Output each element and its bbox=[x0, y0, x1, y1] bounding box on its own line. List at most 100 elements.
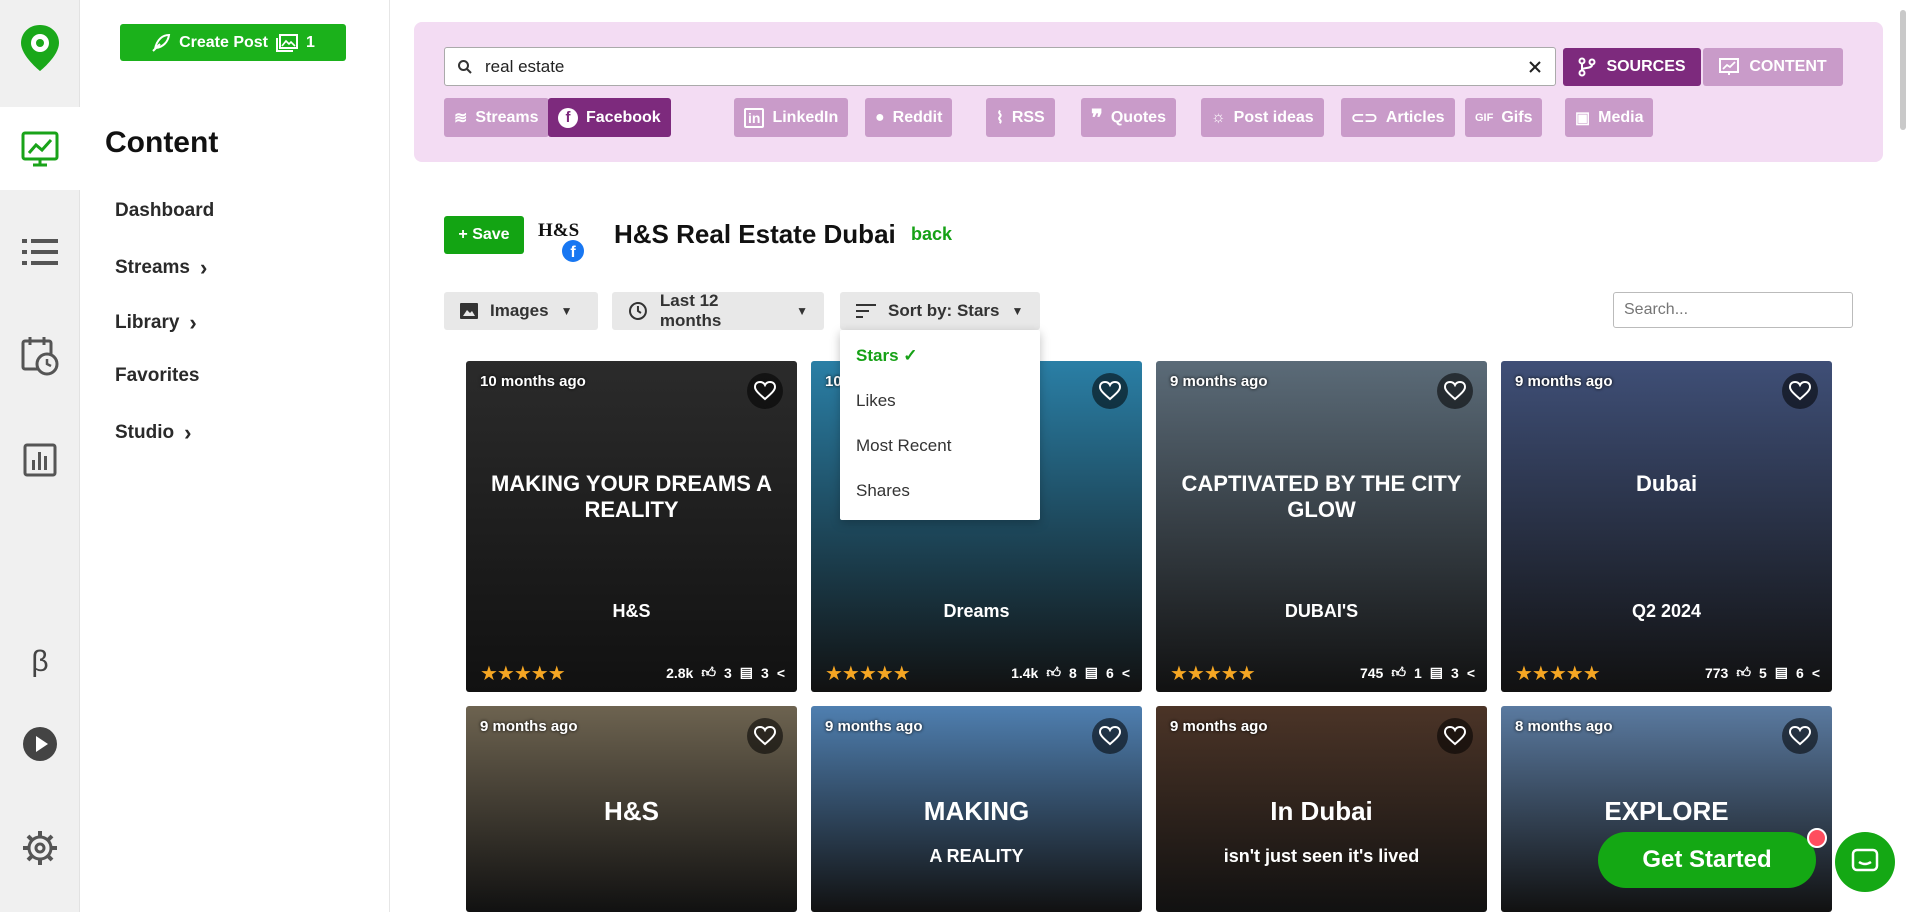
chip-label: LinkedIn bbox=[772, 108, 839, 126]
favorite-button[interactable] bbox=[1437, 373, 1473, 409]
media-icon: ▣ bbox=[1575, 109, 1591, 127]
rail-analytics[interactable] bbox=[0, 436, 80, 484]
search-input[interactable]: real estate bbox=[444, 47, 1556, 86]
rail-content[interactable] bbox=[0, 107, 80, 190]
get-started-button[interactable]: Get Started bbox=[1598, 832, 1816, 888]
gif-icon: GIF bbox=[1475, 111, 1494, 124]
comment-icon: ▤ bbox=[1429, 664, 1444, 680]
date-filter[interactable]: Last 12 months ▼ bbox=[612, 291, 824, 330]
post-card[interactable]: 9 months ago CAPTIVATED BY THE CITY GLOW… bbox=[1156, 361, 1487, 692]
caret-down-icon: ▼ bbox=[560, 304, 573, 318]
chip-articles[interactable]: ⊂⊃ Articles bbox=[1341, 98, 1455, 137]
post-card[interactable]: 9 months ago Dubai Q2 2024 ★★★★★ 773 👍︎ 5… bbox=[1501, 361, 1832, 692]
post-subcaption: A REALITY bbox=[929, 846, 1024, 866]
chip-label: Post ideas bbox=[1233, 108, 1314, 126]
sort-filter[interactable]: Sort by: Stars ▼ bbox=[840, 292, 1040, 330]
nav-dashboard[interactable]: Dashboard bbox=[115, 200, 214, 222]
sort-dropdown: Stars ✓ Likes Most Recent Shares bbox=[840, 330, 1040, 520]
checkmark-icon: ✓ bbox=[903, 346, 918, 365]
comment-icon: ▤ bbox=[1084, 664, 1099, 680]
back-link[interactable]: back bbox=[911, 224, 952, 245]
sources-button[interactable]: SOURCES bbox=[1563, 48, 1701, 86]
search-icon bbox=[458, 59, 472, 74]
heart-icon bbox=[754, 381, 776, 401]
chip-streams[interactable]: ≋ Streams bbox=[444, 98, 549, 137]
share-icon: < bbox=[1121, 664, 1130, 681]
post-subcaption: DUBAI'S bbox=[1284, 601, 1359, 621]
grid-search-input[interactable] bbox=[1613, 292, 1853, 328]
sidebar: Create Post 1 Content Dashboard Streams ›… bbox=[80, 0, 390, 912]
post-subcaption: Q2 2024 bbox=[1631, 601, 1702, 621]
post-stats: 1.4k 👍︎ 8 ▤ 6 < bbox=[1011, 664, 1130, 681]
heart-icon bbox=[1099, 381, 1121, 401]
favorite-button[interactable] bbox=[1092, 718, 1128, 754]
rail-beta[interactable]: β bbox=[0, 642, 80, 682]
post-caption: MAKING bbox=[923, 796, 1030, 826]
chat-button[interactable] bbox=[1835, 832, 1895, 892]
comments-count: 8 bbox=[1068, 664, 1077, 681]
nav-streams[interactable]: Streams › bbox=[115, 255, 207, 281]
post-card[interactable]: 9 months ago H&S bbox=[466, 706, 797, 912]
favorite-button[interactable] bbox=[1092, 373, 1128, 409]
content-button[interactable]: CONTENT bbox=[1703, 48, 1843, 86]
chip-label: RSS bbox=[1011, 108, 1045, 126]
option-label: Stars bbox=[856, 346, 899, 365]
heart-icon bbox=[1789, 726, 1811, 746]
chip-reddit[interactable]: ● Reddit bbox=[865, 98, 953, 137]
favorite-button[interactable] bbox=[1437, 718, 1473, 754]
post-card[interactable]: 9 months ago MAKING A REALITY bbox=[811, 706, 1142, 912]
create-post-button[interactable]: Create Post 1 bbox=[120, 24, 346, 61]
chip-label: Media bbox=[1598, 108, 1644, 126]
sources-label: SOURCES bbox=[1606, 58, 1686, 75]
chip-rss[interactable]: ⌇ RSS bbox=[986, 98, 1055, 137]
favorite-button[interactable] bbox=[747, 373, 783, 409]
clear-icon[interactable] bbox=[1527, 59, 1543, 75]
link-icon: ⊂⊃ bbox=[1351, 109, 1378, 127]
chip-gifs[interactable]: GIF Gifs bbox=[1465, 98, 1543, 137]
image-icon bbox=[460, 303, 478, 319]
sort-option-likes[interactable]: Likes bbox=[856, 391, 896, 411]
thumbs-up-icon: 👍︎ bbox=[701, 664, 716, 680]
rail-list[interactable] bbox=[0, 228, 80, 276]
nav-favorites[interactable]: Favorites bbox=[115, 365, 199, 387]
content-label: CONTENT bbox=[1749, 58, 1827, 75]
chart-board-icon bbox=[1719, 58, 1740, 75]
sort-icon bbox=[856, 304, 876, 318]
nav-studio[interactable]: Studio › bbox=[115, 420, 191, 446]
sort-option-stars[interactable]: Stars ✓ bbox=[856, 346, 918, 366]
chip-post-ideas[interactable]: ☼ Post ideas bbox=[1201, 98, 1324, 137]
app-logo[interactable] bbox=[0, 20, 80, 76]
rail-schedule[interactable] bbox=[0, 332, 80, 380]
nav-label: Streams bbox=[115, 257, 190, 278]
sort-filter-label: Sort by: Stars bbox=[888, 301, 1000, 320]
sort-option-shares[interactable]: Shares bbox=[856, 481, 910, 501]
favorite-button[interactable] bbox=[1782, 373, 1818, 409]
post-stats: 2.8k 👍︎ 3 ▤ 3 < bbox=[666, 664, 785, 681]
chip-label: Quotes bbox=[1110, 108, 1166, 126]
likes-count: 745 bbox=[1359, 664, 1384, 681]
scrollbar[interactable] bbox=[1900, 10, 1906, 130]
star-rating: ★★★★★ bbox=[1170, 663, 1256, 685]
type-filter[interactable]: Images ▼ bbox=[444, 292, 598, 330]
chip-facebook[interactable]: f Facebook bbox=[548, 98, 671, 137]
favorite-button[interactable] bbox=[747, 718, 783, 754]
chip-media[interactable]: ▣ Media bbox=[1565, 98, 1654, 137]
post-age: 9 months ago bbox=[825, 718, 923, 735]
chip-label: Facebook bbox=[586, 108, 661, 126]
lightbulb-icon: ☼ bbox=[1211, 108, 1226, 126]
nav-library[interactable]: Library › bbox=[115, 310, 197, 336]
favorite-button[interactable] bbox=[1782, 718, 1818, 754]
post-card[interactable]: 10 months ago MAKING YOUR DREAMS A REALI… bbox=[466, 361, 797, 692]
post-caption: Dubai bbox=[1635, 471, 1698, 496]
brand-logo-text: H&S bbox=[538, 220, 580, 241]
sort-option-most-recent[interactable]: Most Recent bbox=[856, 436, 951, 456]
heart-icon bbox=[754, 726, 776, 746]
rail-settings[interactable] bbox=[0, 826, 80, 870]
bar-chart-icon bbox=[23, 443, 57, 477]
share-icon: < bbox=[776, 664, 785, 681]
chip-quotes[interactable]: ❞ Quotes bbox=[1081, 98, 1176, 137]
post-card[interactable]: 9 months ago In Dubai isn't just seen it… bbox=[1156, 706, 1487, 912]
save-button[interactable]: + Save bbox=[444, 216, 524, 254]
rail-tutorials[interactable] bbox=[0, 722, 80, 766]
chip-linkedin[interactable]: in LinkedIn bbox=[734, 98, 849, 137]
